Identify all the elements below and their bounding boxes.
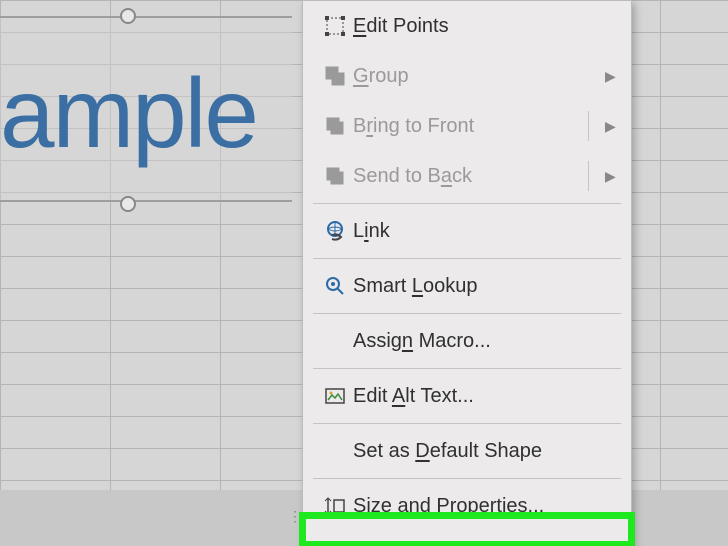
menu-item-edit-points[interactable]: Edit Points (303, 1, 631, 51)
menu-separator (313, 258, 621, 259)
menu-item-group[interactable]: Group ▶ (303, 51, 631, 101)
menu-item-label: Send to Back (353, 165, 605, 188)
menu-separator (313, 423, 621, 424)
split-divider (588, 161, 589, 191)
menu-item-label: Edit Alt Text... (353, 385, 619, 408)
menu-item-send-to-back[interactable]: Send to Back ▶ (303, 151, 631, 201)
size-props-icon (317, 494, 353, 518)
chevron-right-icon: ▶ (605, 168, 619, 185)
menu-item-label: Link (353, 220, 619, 243)
menu-item-label: Group (353, 65, 605, 88)
group-icon (317, 64, 353, 88)
menu-separator (313, 478, 621, 479)
link-icon (317, 219, 353, 243)
bring-front-icon (317, 114, 353, 138)
resize-handle-top[interactable] (120, 8, 136, 24)
edit-points-icon (317, 14, 353, 38)
menu-item-label: Edit Points (353, 15, 619, 38)
menu-item-default-shape[interactable]: Set as Default Shape (303, 426, 631, 476)
textbox-content[interactable]: ample (0, 64, 257, 162)
menu-item-label: Bring to Front (353, 115, 605, 138)
resize-handle-bottom[interactable] (120, 196, 136, 212)
menu-item-edit-alt-text[interactable]: Edit Alt Text... (303, 371, 631, 421)
selected-textbox[interactable]: ample (0, 16, 292, 202)
menu-item-smart-lookup[interactable]: Smart Lookup (303, 261, 631, 311)
alt-text-icon (317, 384, 353, 408)
send-back-icon (317, 164, 353, 188)
smart-lookup-icon (317, 274, 353, 298)
split-divider (588, 111, 589, 141)
app-canvas: ⋮ ample Edit Points Group ▶ Bring to Fro (0, 0, 728, 546)
menu-item-label: Set as Default Shape (353, 440, 619, 463)
chevron-right-icon: ▶ (605, 68, 619, 85)
menu-item-label: Size and Properties... (353, 495, 619, 518)
context-menu: Edit Points Group ▶ Bring to Front ▶ Sen… (302, 0, 632, 546)
menu-item-assign-macro[interactable]: Assign Macro... (303, 316, 631, 366)
menu-item-bring-to-front[interactable]: Bring to Front ▶ (303, 101, 631, 151)
menu-item-label: Smart Lookup (353, 275, 619, 298)
menu-separator (313, 313, 621, 314)
menu-item-link[interactable]: Link (303, 206, 631, 256)
menu-separator (313, 368, 621, 369)
menu-item-size-properties[interactable]: Size and Properties... (303, 481, 631, 531)
menu-separator (313, 203, 621, 204)
menu-item-format-shape[interactable]: Format Shape... (303, 531, 631, 546)
chevron-right-icon: ▶ (605, 118, 619, 135)
menu-item-label: Assign Macro... (353, 330, 619, 353)
